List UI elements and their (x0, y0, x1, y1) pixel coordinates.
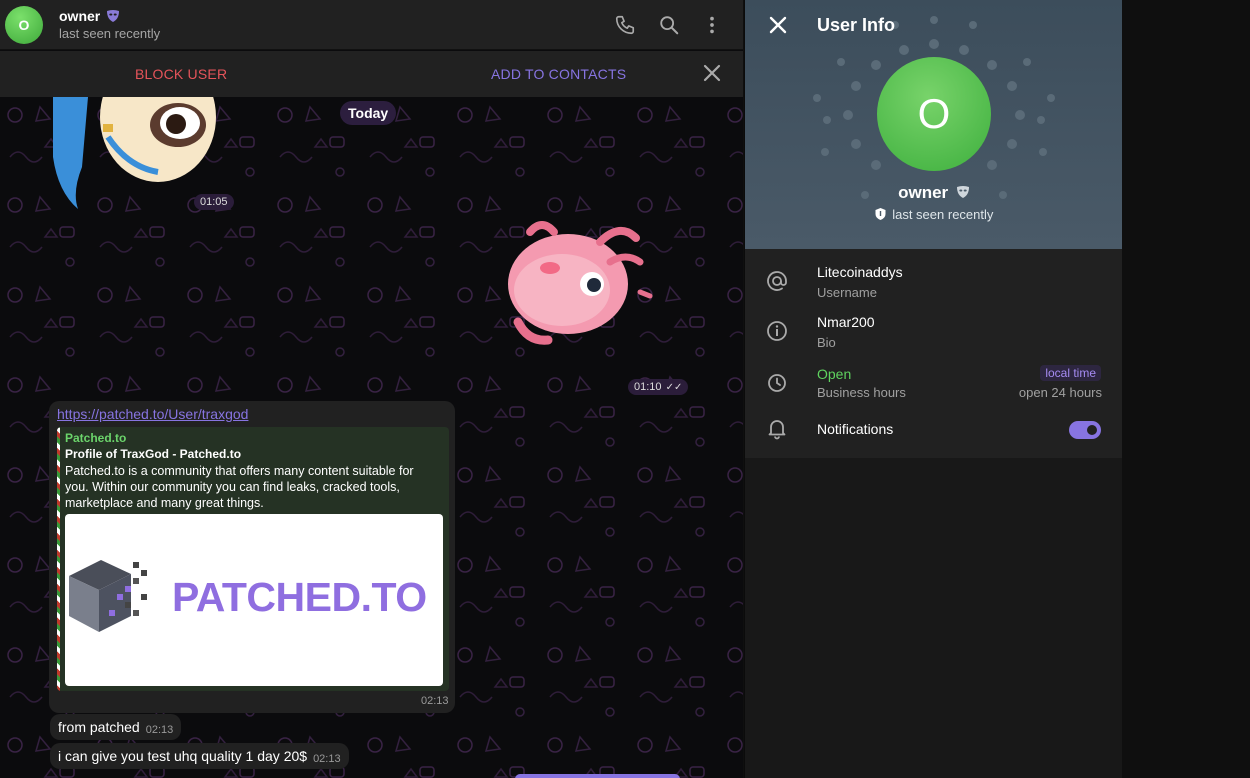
bio-label: Bio (817, 335, 836, 350)
sticker-timestamp: 01:05 (194, 194, 234, 210)
hours-label: Business hours (817, 385, 906, 400)
chat-area: 01:05 Today 01:10 ✓✓ https://patched.to/… (0, 0, 743, 778)
profile-avatar[interactable]: O (877, 57, 991, 171)
preview-accent-stripe (57, 427, 60, 691)
message-text: i can give you test uhq quality 1 day 20… (58, 748, 308, 764)
double-check-icon: ✓✓ (665, 382, 683, 393)
phone-icon[interactable] (613, 13, 637, 37)
search-icon[interactable] (657, 13, 681, 37)
profile-details-list: Litecoinaddys Username Nmar200 Bio Open … (745, 249, 1123, 458)
message-bubble: from patched 02:13 (50, 714, 182, 740)
message-time: 02:13 (145, 724, 174, 736)
chat-header[interactable]: O owner last seen recently (0, 0, 743, 50)
profile-header: User Info O owner last seen recently (745, 0, 1123, 249)
username-label: Username (817, 285, 877, 300)
empty-side-area (1122, 0, 1250, 778)
info-icon (767, 321, 787, 341)
preview-description: Patched.to is a community that offers ma… (65, 464, 414, 510)
business-hours-row[interactable]: Open Business hours local time open 24 h… (745, 349, 1123, 404)
panel-title: User Info (817, 15, 896, 35)
sticker-timestamp-read: 01:10 ✓✓ (628, 379, 689, 395)
user-info-panel: User Info O owner last seen recently Lit… (744, 0, 1123, 778)
at-sign-icon (767, 271, 787, 291)
block-user-button[interactable]: BLOCK USER (135, 66, 227, 82)
mask-icon (107, 10, 120, 22)
preview-title: Profile of TraxGod - Patched.to (65, 447, 242, 461)
username-value: Litecoinaddys (817, 264, 903, 280)
axolotl-sticker[interactable] (500, 212, 660, 352)
bio-value: Nmar200 (817, 314, 875, 330)
local-time-badge[interactable]: local time (1040, 365, 1101, 381)
notifications-toggle[interactable] (1069, 421, 1101, 439)
message-time: 02:13 (421, 695, 449, 707)
clock-icon (768, 374, 786, 392)
message-time: 02:13 (313, 753, 341, 765)
avatar[interactable]: O (5, 6, 43, 44)
shield-icon (875, 208, 886, 220)
close-icon[interactable] (767, 14, 789, 36)
profile-name: owner (745, 183, 1123, 203)
link-message-bubble: https://patched.to/User/traxgod Patched.… (49, 401, 455, 713)
username-row[interactable]: Litecoinaddys Username (745, 249, 1123, 300)
peer-name[interactable]: owner (59, 8, 120, 24)
hours-status: Open (817, 366, 852, 382)
date-separator: Today (340, 101, 397, 125)
scroll-down-button[interactable] (515, 774, 680, 778)
close-icon[interactable] (701, 62, 723, 84)
profile-status: last seen recently (745, 207, 1123, 222)
link-preview[interactable]: Patched.to Profile of TraxGod - Patched.… (57, 427, 449, 691)
cube-logo-icon (69, 560, 147, 632)
message-bubble: i can give you test uhq quality 1 day 20… (50, 743, 349, 769)
contact-action-bar: BLOCK USER ADD TO CONTACTS (0, 51, 743, 97)
preview-logo-text: PATCHED.TO (172, 574, 427, 620)
message-text: from patched (58, 719, 140, 735)
more-vertical-icon[interactable] (700, 13, 724, 37)
hours-detail: open 24 hours (1018, 385, 1102, 400)
bio-row[interactable]: Nmar200 Bio (745, 299, 1123, 350)
preview-image[interactable]: PATCHED.TO (65, 514, 443, 686)
add-to-contacts-button[interactable]: ADD TO CONTACTS (491, 66, 626, 82)
pug-sticker[interactable] (48, 97, 218, 212)
message-link[interactable]: https://patched.to/User/traxgod (57, 406, 248, 422)
preview-site-name: Patched.to (65, 431, 127, 445)
bell-icon (768, 420, 786, 440)
notifications-row[interactable]: Notifications (745, 404, 1123, 454)
peer-status: last seen recently (59, 26, 161, 41)
mask-icon (956, 186, 969, 198)
notifications-label: Notifications (817, 421, 894, 437)
